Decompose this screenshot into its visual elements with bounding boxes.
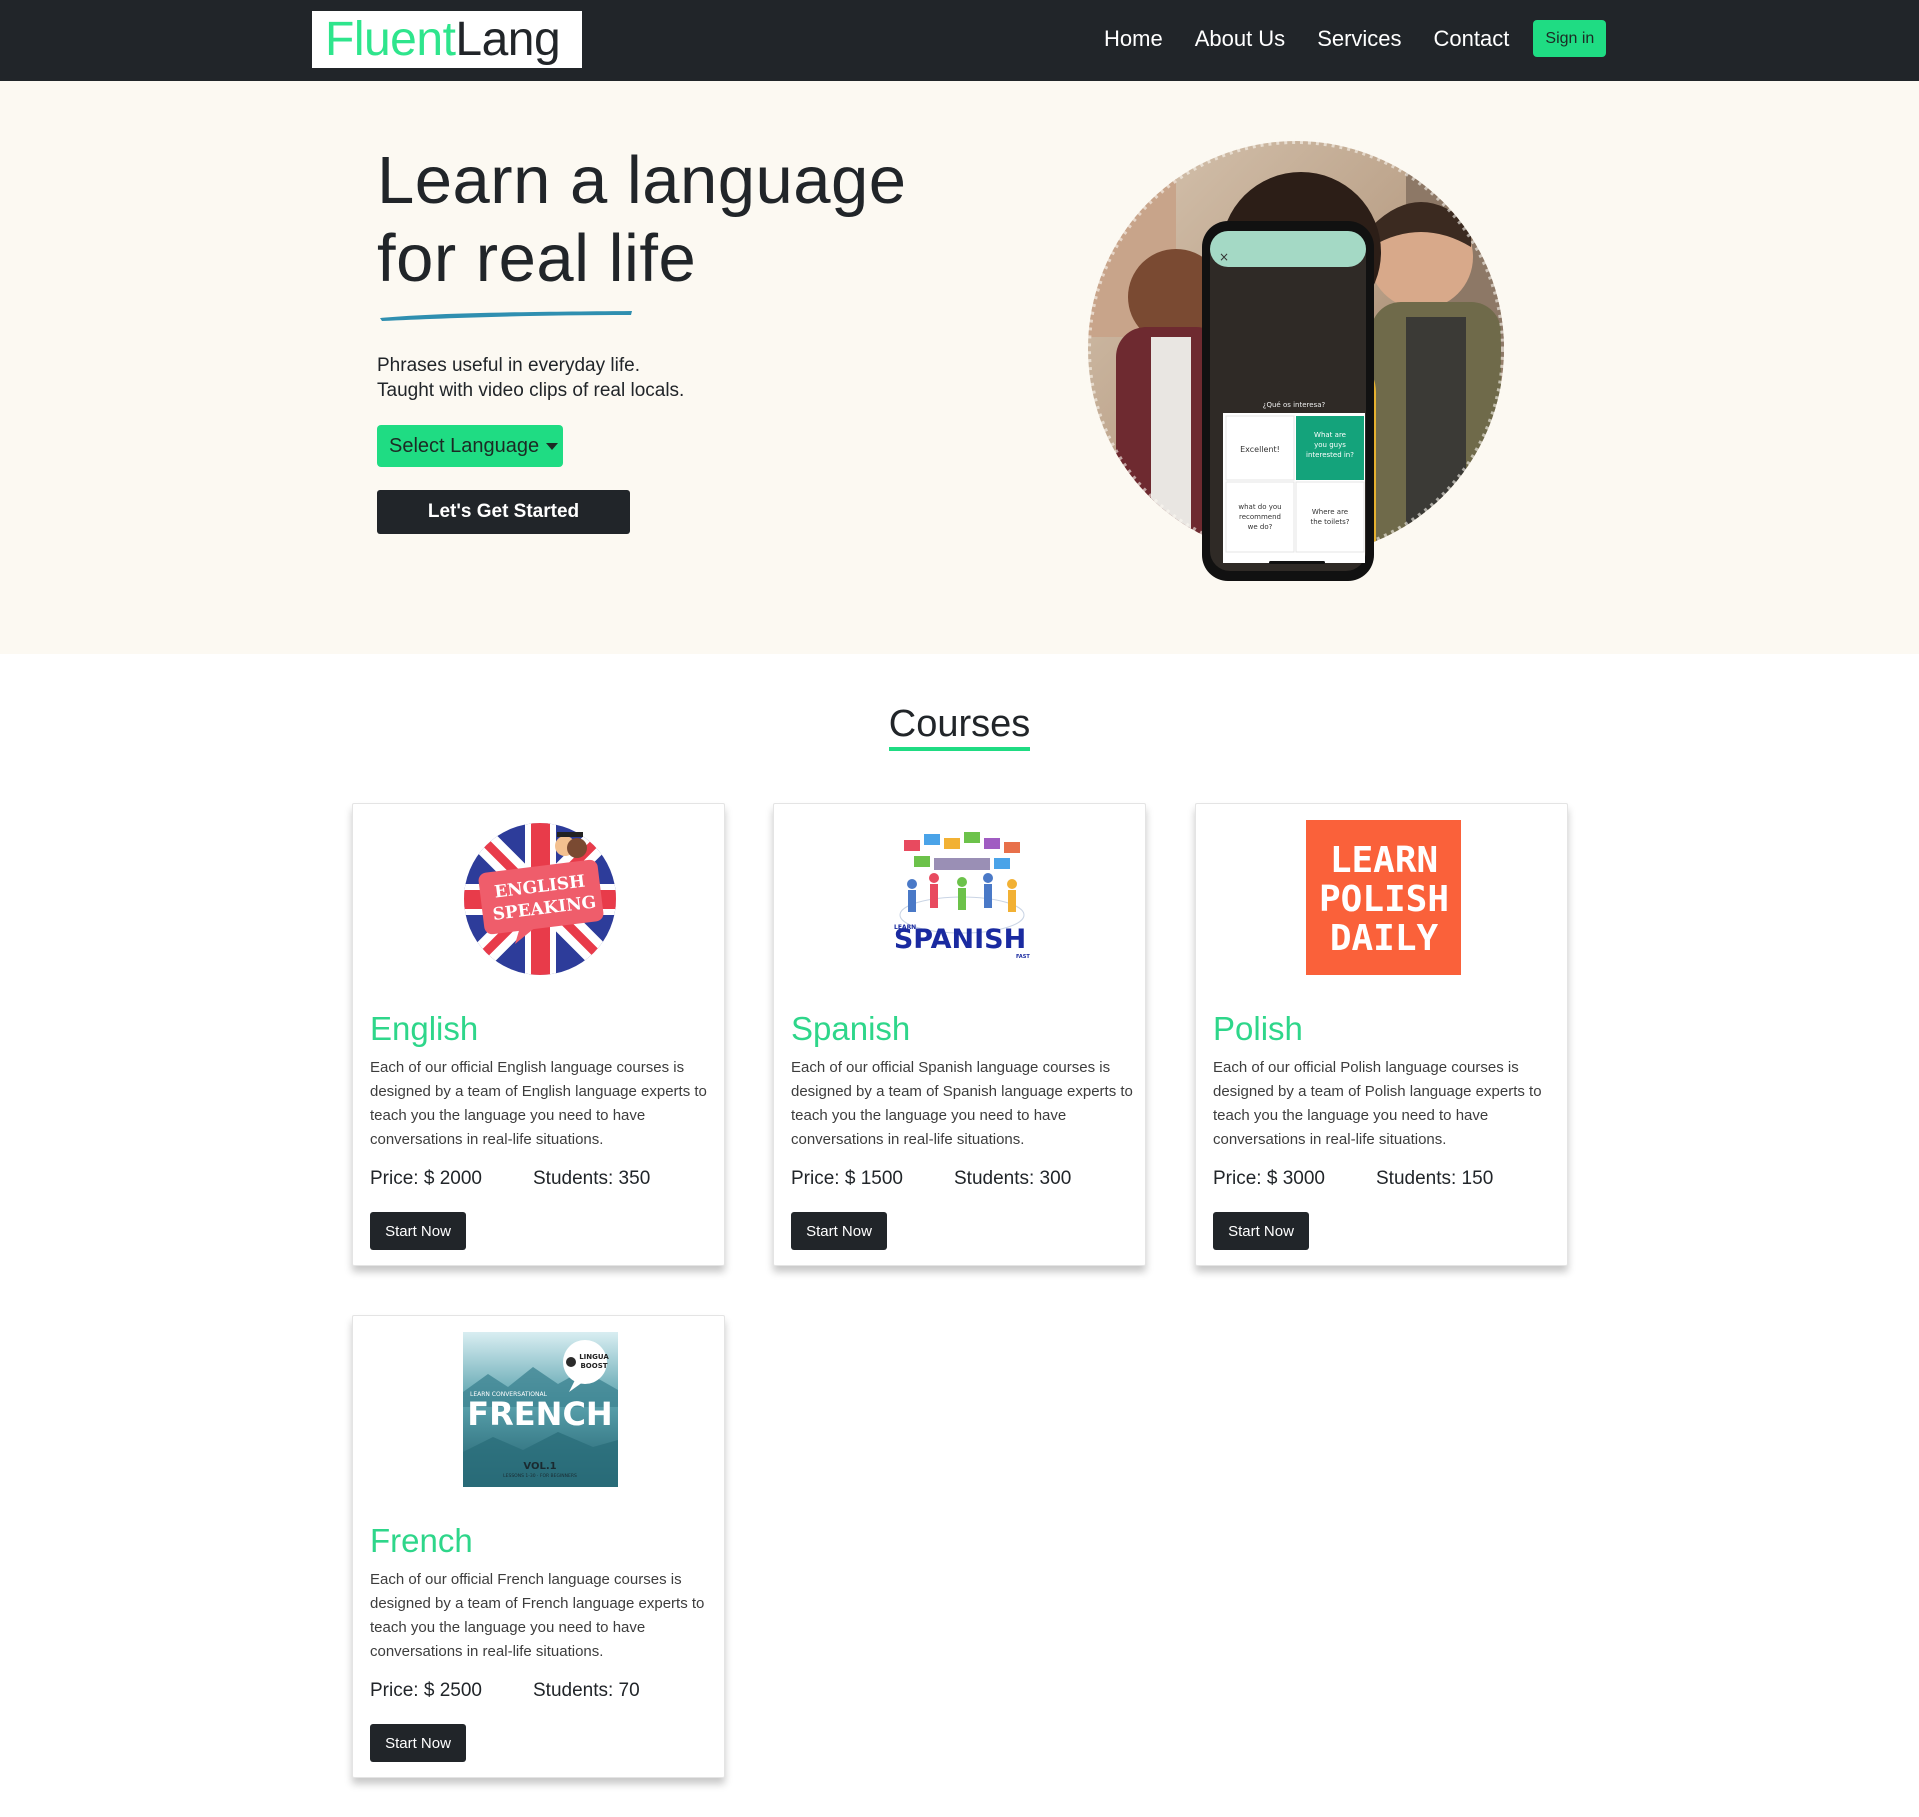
- courses-title: Courses: [888, 703, 1031, 751]
- nav-link-services[interactable]: Services: [1317, 20, 1401, 57]
- french-course-thumbnail: LINGUA BOOST LEARN CONVERSATIONAL FRENCH…: [463, 1332, 618, 1487]
- nav-link-home[interactable]: Home: [1104, 20, 1163, 57]
- course-price: Price: $ 2000: [370, 1168, 482, 1189]
- start-now-button[interactable]: Start Now: [370, 1724, 466, 1762]
- hero-section: Learn a language for real life Phrases u…: [0, 81, 1919, 654]
- hero-subtitle: Phrases useful in everyday life. Taught …: [377, 353, 684, 403]
- hero-title-line2: for real life: [377, 221, 697, 296]
- select-language-label: Select Language: [389, 434, 540, 457]
- phone-question: ¿Qué os interesa?: [1263, 401, 1326, 409]
- polish-thumb-text-2: POLISH: [1319, 879, 1449, 920]
- start-now-button[interactable]: Start Now: [1213, 1212, 1309, 1250]
- brand-logo[interactable]: Fluent Lang: [312, 11, 582, 68]
- spanish-thumb-text-2: SPANISH: [894, 924, 1026, 955]
- phone-option-1: Excellent!: [1240, 445, 1280, 454]
- course-name: Spanish: [791, 1010, 911, 1047]
- course-description: Each of our official Polish language cou…: [1213, 1059, 1542, 1148]
- course-description: Each of our official English language co…: [370, 1059, 707, 1148]
- nav-links: Home About Us Services Contact Sign in: [1104, 20, 1607, 57]
- svg-text:we do?: we do?: [1248, 523, 1273, 531]
- svg-text:Where are: Where are: [1312, 508, 1348, 516]
- course-name: English: [370, 1010, 479, 1047]
- svg-text:you guys: you guys: [1314, 441, 1346, 449]
- course-card-polish: LEARN POLISH DAILY Polish Each of our of…: [1195, 803, 1568, 1266]
- polish-thumb-text-1: LEARN: [1330, 840, 1438, 881]
- sign-in-button[interactable]: Sign in: [1533, 20, 1607, 57]
- hero-title: Learn a language for real life: [377, 142, 937, 298]
- course-students: Students: 70: [533, 1680, 640, 1701]
- navbar: Fluent Lang Home About Us Services Contac…: [0, 0, 1919, 81]
- hero-subtitle-line2: Taught with video clips of real locals.: [377, 380, 685, 401]
- french-thumb-text-6: LESSONS 1-30 · FOR BEGINNERS: [503, 1473, 577, 1479]
- course-description: Each of our official French language cou…: [370, 1571, 705, 1660]
- svg-text:what do you: what do you: [1238, 503, 1281, 511]
- course-price: Price: $ 3000: [1213, 1168, 1325, 1189]
- nav-link-about[interactable]: About Us: [1195, 20, 1286, 57]
- svg-text:the toilets?: the toilets?: [1310, 518, 1349, 526]
- course-price: Price: $ 2500: [370, 1680, 482, 1701]
- caret-down-icon: [546, 442, 559, 450]
- spanish-course-thumbnail: LEARN SPANISH FAST: [884, 820, 1039, 975]
- course-description: Each of our official Spanish language co…: [791, 1059, 1133, 1148]
- course-students: Students: 350: [533, 1168, 651, 1189]
- french-thumb-text-5: VOL.1: [523, 1461, 556, 1472]
- svg-text:×: ×: [1219, 250, 1229, 264]
- get-started-button[interactable]: Let's Get Started: [377, 490, 630, 534]
- hero-title-line1: Learn a language: [377, 143, 907, 218]
- french-thumb-text-4: FRENCH: [467, 1395, 612, 1433]
- spanish-thumb-text-3: FAST: [1016, 954, 1030, 960]
- course-card-french: LINGUA BOOST LEARN CONVERSATIONAL FRENCH…: [352, 1315, 725, 1778]
- hero-subtitle-line1: Phrases useful in everyday life.: [377, 355, 640, 376]
- polish-course-thumbnail: LEARN POLISH DAILY: [1306, 820, 1461, 975]
- start-now-button[interactable]: Start Now: [370, 1212, 466, 1250]
- nav-link-contact[interactable]: Contact: [1434, 20, 1510, 57]
- courses-heading: Courses: [0, 703, 1919, 751]
- french-thumb-text-1: LINGUA: [579, 1353, 609, 1361]
- course-card-english: ENGLISH SPEAKING English Each of our off…: [352, 803, 725, 1266]
- brush-stroke-underline: [380, 311, 632, 321]
- course-students: Students: 150: [1376, 1168, 1494, 1189]
- svg-text:recommend: recommend: [1239, 513, 1281, 521]
- svg-text:What are: What are: [1314, 431, 1346, 439]
- course-card-spanish: LEARN SPANISH FAST Spanish Each of our o…: [773, 803, 1146, 1266]
- polish-thumb-text-3: DAILY: [1330, 918, 1439, 959]
- course-name: Polish: [1213, 1010, 1303, 1047]
- logo-text-lang: Lang: [455, 12, 561, 66]
- french-thumb-text-2: BOOST: [580, 1362, 607, 1370]
- hero-illustration: × ¿Qué os interesa? Excellent! What are …: [1085, 138, 1507, 581]
- english-course-thumbnail: ENGLISH SPEAKING: [464, 823, 616, 975]
- course-students: Students: 300: [954, 1168, 1072, 1189]
- course-name: French: [370, 1522, 473, 1559]
- course-price: Price: $ 1500: [791, 1168, 903, 1189]
- start-now-button[interactable]: Start Now: [791, 1212, 887, 1250]
- logo-text-fluent: Fluent: [325, 12, 456, 66]
- phone-mockup: × ¿Qué os interesa? Excellent! What are …: [1202, 221, 1374, 581]
- select-language-dropdown[interactable]: Select Language: [377, 425, 563, 467]
- svg-text:interested in?: interested in?: [1306, 451, 1354, 459]
